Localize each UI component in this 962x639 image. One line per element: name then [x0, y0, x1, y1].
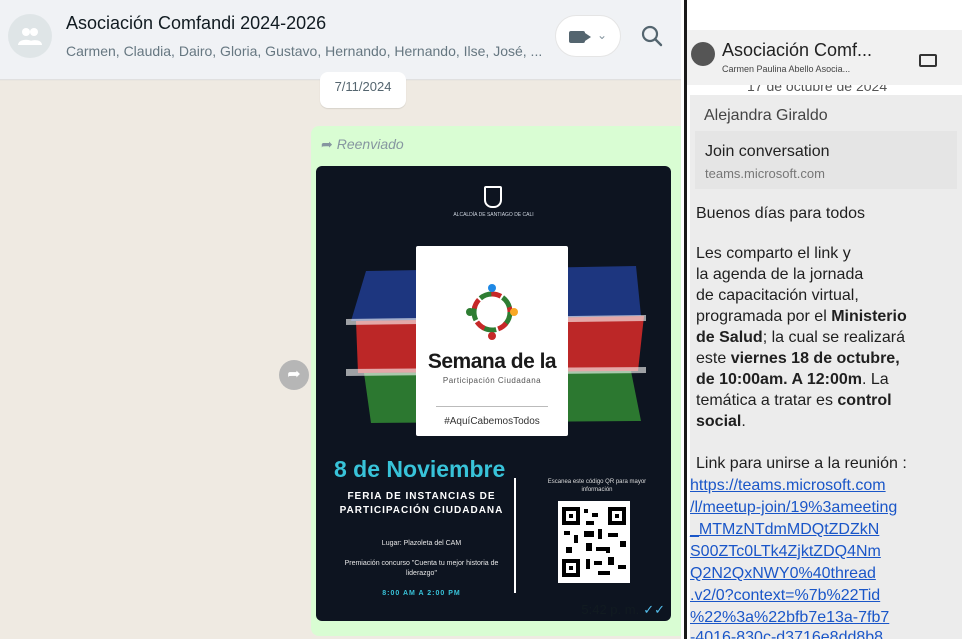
body-text: .	[741, 413, 746, 430]
card-divider	[436, 406, 548, 407]
body-line-5: de Salud; la cual se realizará	[696, 327, 962, 348]
poster-title: Semana de la	[427, 350, 557, 373]
greeting: Buenos días para todos	[696, 205, 866, 222]
body-bold: viernes 18 de octubre,	[730, 350, 900, 367]
qr-note: Escanea este código QR para mayor inform…	[547, 479, 647, 493]
group-name[interactable]: Asociación Comfandi 2024-2026	[66, 13, 326, 34]
qr-code-icon	[558, 501, 630, 583]
chevron-down-icon: ⌄	[597, 28, 608, 42]
participation-logo-icon	[466, 284, 518, 340]
video-call-button[interactable]: ⌄	[555, 15, 621, 57]
message-bubble[interactable]: Alejandra Giraldo Join conversation team…	[690, 95, 962, 639]
meeting-link[interactable]: Q2N2QxNWY0%40thread	[690, 563, 962, 585]
join-domain: teams.microsoft.com	[705, 166, 825, 181]
video-call-icon[interactable]	[919, 54, 937, 67]
body-line-6: este viernes 18 de octubre,	[696, 348, 962, 369]
meeting-link[interactable]: https://teams.microsoft.com	[690, 475, 962, 497]
poster-hashtag: #AquíCabemosTodos	[444, 416, 540, 427]
poster-location: Lugar: Plazoleta del CAM	[381, 540, 462, 547]
mobile-chat-screenshot: 17 de octubre de 2024 Asociación Comf...…	[684, 0, 962, 639]
body-bold: control	[837, 392, 892, 409]
message-bubble[interactable]: ➦Reenviado ALCALDÍA DE SANTIAGO DE CALI	[311, 126, 681, 636]
poster-divider	[514, 478, 516, 593]
body-bold: de 10:00am. A 12:00m	[696, 371, 863, 388]
group-members[interactable]: Carmen, Claudia, Dairo, Gloria, Gustavo,…	[66, 43, 542, 59]
forward-icon[interactable]: ➦	[279, 360, 309, 390]
body-bold: Ministerio	[831, 308, 907, 325]
poster-time: 8:00 AM A 2:00 PM	[382, 590, 461, 597]
body-text: programada por el	[696, 308, 832, 325]
body-text: este	[696, 350, 731, 367]
body-line-1: Les comparto el link y	[696, 245, 851, 262]
poster-subtitle: Participación Ciudadana	[442, 376, 542, 385]
forward-arrow-icon: ➦	[321, 136, 333, 152]
meeting-link[interactable]: S00ZTc0LTk4ZjktZDQ4Nm	[690, 541, 962, 563]
event-card: Semana de la Participación Ciudadana #Aq…	[416, 246, 568, 436]
time-text: 5:42 p. m.	[581, 602, 640, 617]
body-bold: social	[696, 413, 742, 430]
body-text: . La	[862, 371, 889, 388]
read-ticks-icon: ✓✓	[643, 602, 665, 617]
poster-award: Premiación concurso "Cuenta tu mejor his…	[344, 560, 499, 577]
crest-caption: ALCALDÍA DE SANTIAGO DE CALI	[453, 212, 534, 218]
forwarded-text: Reenviado	[336, 136, 404, 152]
meeting-link[interactable]: _MTMzNTdmMDQtZDZkN	[690, 519, 962, 541]
link-label: Link para unirse a la reunión :	[696, 455, 907, 472]
poster-event: FERIA DE INSTANCIAS DE PARTICIPACIÓN CIU…	[339, 491, 504, 516]
join-title: Join conversation	[705, 143, 830, 160]
video-call-icon	[569, 31, 591, 43]
chat-header[interactable]: Asociación Comfandi 2024-2026 Carmen, Cl…	[0, 0, 681, 80]
meeting-link[interactable]: %22%3a%22bfb7e13a-7fb7	[690, 607, 962, 629]
body-line-3: de capacitación virtual,	[696, 287, 859, 304]
meeting-link[interactable]: .v2/0?context=%7b%22Tid	[690, 585, 962, 607]
body-text: temática a tratar es	[696, 392, 838, 409]
body-line-7: de 10:00am. A 12:00m. La	[696, 369, 962, 390]
group-avatar-icon[interactable]	[8, 14, 52, 58]
body-line-2: la agenda de la jornada	[696, 266, 864, 283]
search-icon[interactable]	[640, 24, 664, 48]
body-line-8: temática a tratar es control	[696, 390, 962, 411]
meeting-link[interactable]: /l/meetup-join/19%3ameeting	[690, 497, 962, 519]
group-avatar-icon[interactable]	[691, 42, 715, 66]
group-subtitle[interactable]: Carmen Paulina Abello Asocia...	[722, 64, 850, 74]
body-bold: de Salud	[696, 329, 763, 346]
body-line-4: programada por el Ministerio	[696, 306, 962, 327]
screenshot-root: Asociación Comfandi 2024-2026 Carmen, Cl…	[0, 0, 962, 639]
forwarded-label: ➦ Reenviado	[321, 136, 404, 153]
event-poster-image[interactable]: ALCALDÍA DE SANTIAGO DE CALI Semana de l…	[316, 166, 671, 621]
whatsapp-web-chat: Asociación Comfandi 2024-2026 Carmen, Cl…	[0, 0, 681, 639]
meeting-link[interactable]: -4016-830c-d3716e8dd8b8	[690, 627, 962, 639]
body-text: ; la cual se realizará	[762, 329, 905, 346]
body-line-9: social.	[696, 411, 962, 432]
crest-icon	[484, 186, 502, 208]
poster-date: 8 de Noviembre	[334, 456, 506, 482]
teams-link-preview[interactable]: Join conversation teams.microsoft.com	[695, 131, 957, 189]
message-time: 5:42 p. m. ✓✓	[581, 602, 665, 618]
date-chip: 7/11/2024	[320, 72, 406, 108]
mobile-chat-header[interactable]: Asociación Comf... Carmen Paulina Abello…	[687, 30, 962, 85]
group-name[interactable]: Asociación Comf...	[722, 40, 872, 61]
message-author: Alejandra Giraldo	[704, 107, 828, 124]
